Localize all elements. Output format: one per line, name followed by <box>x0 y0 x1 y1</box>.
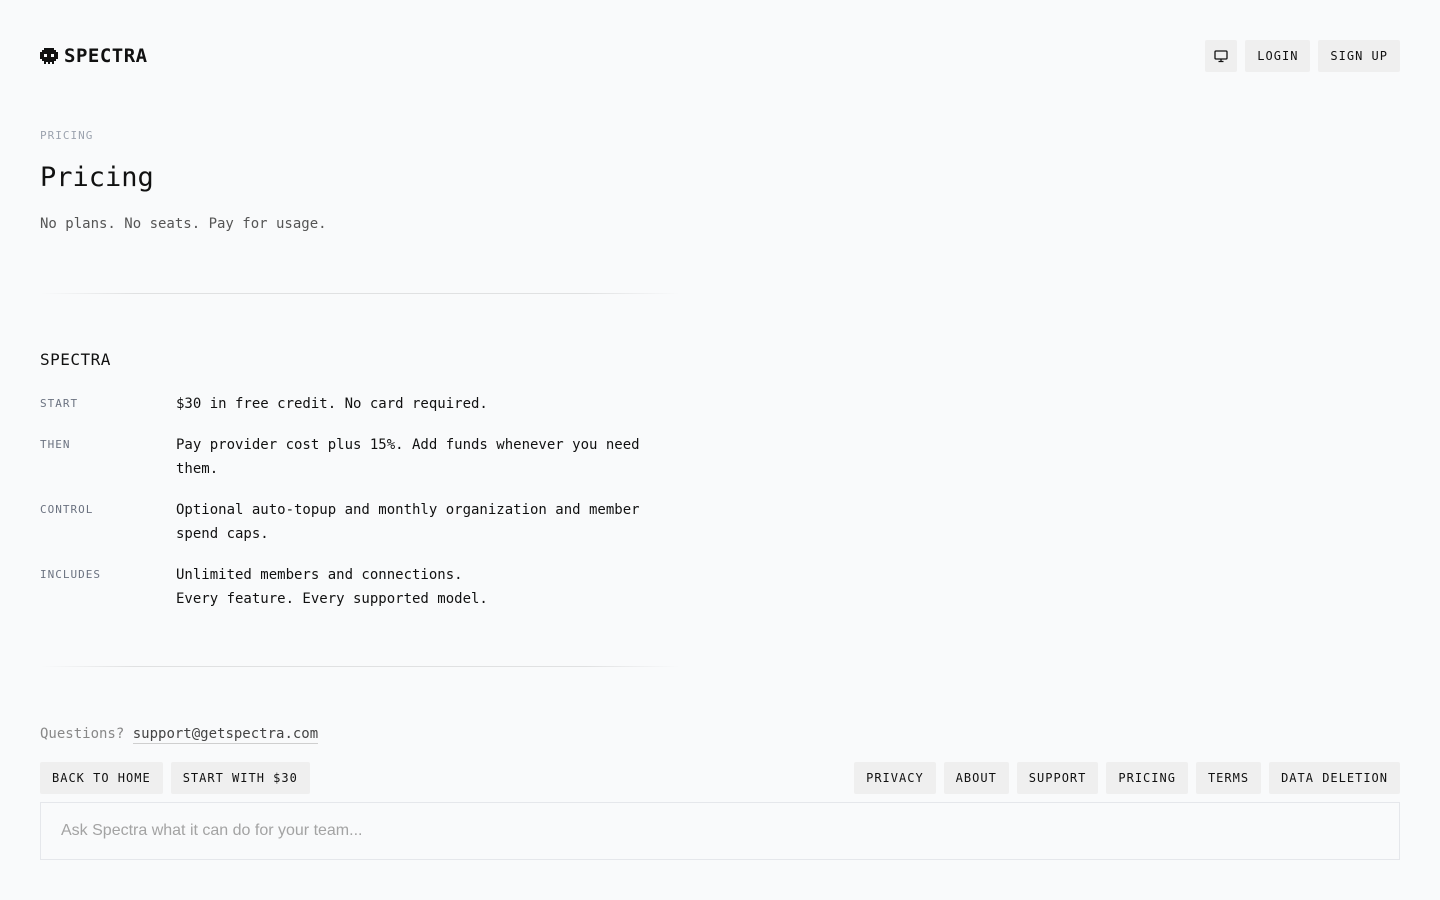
plan-row-text: them. <box>176 461 219 477</box>
plan-row-value: Unlimited members and connections. Every… <box>176 563 676 611</box>
support-contact: Questions? support@getspectra.com <box>40 726 319 744</box>
chat-input[interactable] <box>41 803 1399 859</box>
monitor-icon <box>1214 50 1228 63</box>
plan-row-text: Pay provider cost plus 15%. Add funds wh… <box>176 437 640 453</box>
plan-row-value: Pay provider cost plus 15%. Add funds wh… <box>176 433 676 481</box>
header-actions: LOGIN SIGN UP <box>1205 40 1400 72</box>
login-button[interactable]: LOGIN <box>1245 40 1311 72</box>
brand-logo[interactable]: SPECTRA <box>40 45 148 67</box>
back-to-home-button[interactable]: BACK TO HOME <box>40 762 163 794</box>
plan-row-control: CONTROL Optional auto-topup and monthly … <box>40 498 700 546</box>
plan-row-value: Optional auto-topup and monthly organiza… <box>176 498 676 546</box>
footer-link-terms[interactable]: TERMS <box>1195 762 1262 794</box>
plan-row-label: START <box>40 397 79 410</box>
alien-skull-icon <box>40 48 58 64</box>
divider <box>40 666 680 667</box>
footer-link-data-deletion[interactable]: DATA DELETION <box>1269 762 1400 794</box>
page-title: Pricing <box>40 162 154 193</box>
plan-row-then: THEN Pay provider cost plus 15%. Add fun… <box>40 433 700 481</box>
plan-name: SPECTRA <box>40 350 111 369</box>
plan-row-value: $30 in free credit. No card required. <box>176 392 676 416</box>
support-email-link[interactable]: support@getspectra.com <box>132 726 319 744</box>
footer-link-pricing[interactable]: PRICING <box>1106 762 1188 794</box>
page-subtitle: No plans. No seats. Pay for usage. <box>40 216 327 232</box>
plan-row-start: START $30 in free credit. No card requir… <box>40 392 700 416</box>
start-with-30-button[interactable]: START WITH $30 <box>170 762 310 794</box>
questions-label: Questions? <box>40 726 125 742</box>
section-eyebrow: PRICING <box>40 129 94 142</box>
plan-details: START $30 in free credit. No card requir… <box>40 392 700 628</box>
plan-row-includes: INCLUDES Unlimited members and connectio… <box>40 563 700 611</box>
divider <box>40 293 680 294</box>
signup-button[interactable]: SIGN UP <box>1318 40 1400 72</box>
site-header: SPECTRA LOGIN SIGN UP <box>40 40 1400 72</box>
plan-row-text: $30 in free credit. No card required. <box>176 396 488 412</box>
plan-row-text: Unlimited members and connections. <box>176 567 463 583</box>
plan-row-text: Every feature. Every supported model. <box>176 591 488 607</box>
plan-row-label: CONTROL <box>40 503 94 516</box>
plan-row-text: Optional auto-topup and monthly organiza… <box>176 502 640 518</box>
footer-link-privacy[interactable]: PRIVACY <box>854 762 936 794</box>
plan-row-text: spend caps. <box>176 526 269 542</box>
plan-row-label: THEN <box>40 438 71 451</box>
footer-primary-actions: BACK TO HOME START WITH $30 <box>40 762 310 794</box>
plan-row-label: INCLUDES <box>40 568 101 581</box>
footer-link-support[interactable]: SUPPORT <box>1016 762 1099 794</box>
footer-link-about[interactable]: ABOUT <box>943 762 1009 794</box>
theme-toggle-button[interactable] <box>1205 40 1238 72</box>
footer-links: PRIVACY ABOUT SUPPORT PRICING TERMS DATA… <box>854 762 1400 794</box>
brand-name: SPECTRA <box>64 45 148 67</box>
chat-box <box>40 802 1400 860</box>
